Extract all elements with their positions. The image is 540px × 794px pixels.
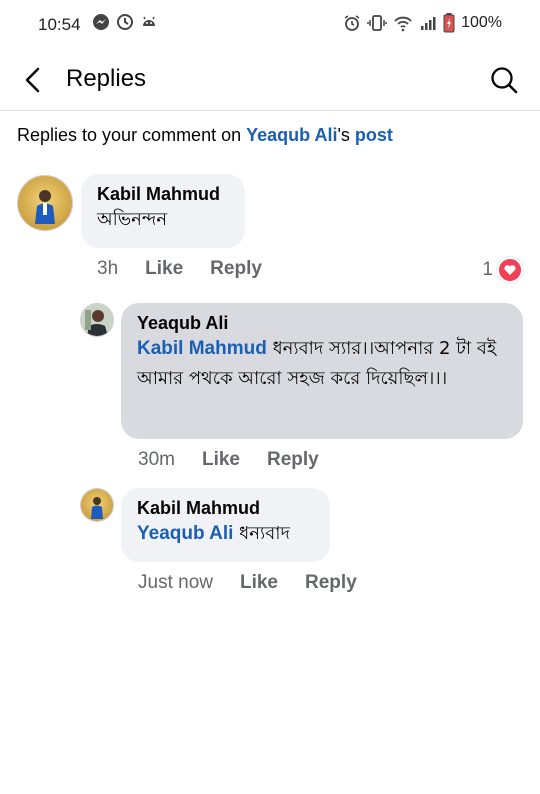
comment-time: 30m xyxy=(138,449,175,470)
comment-author[interactable]: Kabil Mahmud xyxy=(97,184,229,205)
status-icons-left xyxy=(92,13,158,31)
avatar[interactable] xyxy=(80,303,114,337)
comment-text: Yeaqub Ali ধন্যবাদ xyxy=(137,519,314,549)
post-author-link[interactable]: Yeaqub Ali xyxy=(246,125,337,145)
reply-button[interactable]: Reply xyxy=(305,572,357,594)
reply-button[interactable]: Reply xyxy=(267,449,319,471)
mention-link[interactable]: Yeaqub Ali xyxy=(137,523,233,544)
post-link[interactable]: post xyxy=(355,125,393,145)
like-button[interactable]: Like xyxy=(202,449,240,471)
comment-time: 3h xyxy=(97,258,119,279)
signal-icon xyxy=(421,17,436,30)
battery-percentage: 100% xyxy=(461,14,502,31)
like-button[interactable]: Like xyxy=(145,258,183,280)
android-icon xyxy=(143,16,155,26)
reaction-summary[interactable]: 1 xyxy=(482,257,523,283)
comment-body: ধন্যবাদ xyxy=(233,523,290,544)
replies-context: Replies to your comment on Yeaqub Ali's … xyxy=(17,125,393,146)
status-time: 10:54 xyxy=(38,15,81,34)
profile-photo-icon xyxy=(81,489,113,521)
heart-icon xyxy=(497,257,523,283)
messenger-icon xyxy=(93,14,109,30)
context-prefix: Replies to your comment on xyxy=(17,125,247,145)
status-bar: 10:54 100% xyxy=(0,0,540,50)
back-button[interactable] xyxy=(18,64,50,96)
reply-button[interactable]: Reply xyxy=(210,258,262,280)
vibrate-icon xyxy=(367,15,387,31)
wifi-icon xyxy=(394,16,412,32)
comment-actions: Just now Like Reply xyxy=(138,572,384,594)
comment-time: Just now xyxy=(138,572,213,593)
comment-bubble: Kabil Mahmud অভিনন্দন xyxy=(81,174,245,248)
avatar[interactable] xyxy=(17,175,73,231)
like-button[interactable]: Like xyxy=(240,572,278,594)
search-button[interactable] xyxy=(488,64,520,96)
comment-bubble: Yeaqub Ali Kabil Mahmud ধন্যবাদ স্যার।।আ… xyxy=(121,303,523,439)
comment-author[interactable]: Yeaqub Ali xyxy=(137,313,507,334)
comment-text: Kabil Mahmud ধন্যবাদ স্যার।।আপনার 2 টা ব… xyxy=(137,334,507,394)
battery-icon xyxy=(443,13,455,33)
comment-actions: 30m Like Reply xyxy=(138,449,346,471)
reaction-count: 1 xyxy=(482,259,493,280)
comment-text: অভিনন্দন xyxy=(97,209,168,230)
app-bar: Replies xyxy=(0,50,540,111)
clock-icon xyxy=(117,14,133,30)
alarm-icon xyxy=(344,15,360,31)
comment-bubble: Kabil Mahmud Yeaqub Ali ধন্যবাদ xyxy=(121,488,330,562)
status-icons-right: 100% xyxy=(343,13,502,33)
avatar[interactable] xyxy=(80,488,114,522)
context-possessive: 's xyxy=(337,125,355,145)
arrow-left-icon xyxy=(25,67,40,93)
mention-link[interactable]: Kabil Mahmud xyxy=(137,338,267,359)
profile-photo-icon xyxy=(18,176,72,230)
search-icon xyxy=(491,67,518,94)
comment-author[interactable]: Kabil Mahmud xyxy=(137,498,314,519)
profile-photo-icon xyxy=(81,304,113,336)
page-title: Replies xyxy=(66,65,147,92)
comment-actions: 3h Like Reply xyxy=(97,258,289,280)
